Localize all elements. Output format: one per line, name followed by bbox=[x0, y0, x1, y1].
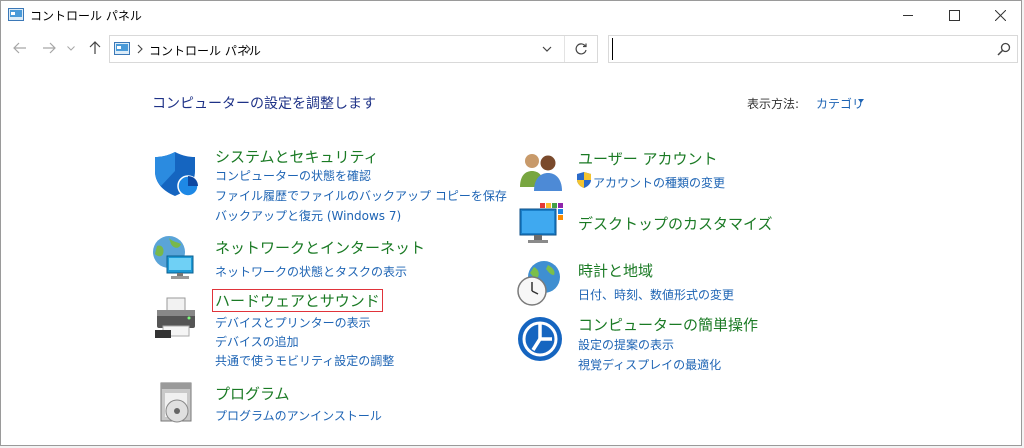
link-mobility-settings[interactable]: 共通で使うモビリティ設定の調整 bbox=[215, 352, 394, 369]
link-devices-printers[interactable]: デバイスとプリンターの表示 bbox=[215, 314, 371, 331]
page-title: コンピューターの設定を調整します bbox=[152, 96, 376, 112]
search-box[interactable] bbox=[608, 35, 1018, 63]
caret-down-icon[interactable] bbox=[858, 99, 864, 103]
arrow-right-icon bbox=[43, 42, 56, 54]
forward-button[interactable] bbox=[38, 37, 60, 59]
network-icon[interactable] bbox=[151, 234, 199, 282]
printer-icon[interactable] bbox=[153, 296, 201, 344]
desktop-icon[interactable] bbox=[516, 201, 564, 249]
link-file-history-backup[interactable]: ファイル履歴でファイルのバックアップ コピーを保存 bbox=[215, 187, 507, 204]
up-button[interactable] bbox=[84, 37, 106, 59]
window-title: コントロール パネル bbox=[30, 9, 142, 23]
minimize-icon bbox=[902, 14, 913, 16]
link-add-device[interactable]: デバイスの追加 bbox=[215, 333, 299, 350]
category-system-security[interactable]: システムとセキュリティ bbox=[215, 146, 379, 167]
title-bar[interactable]: コントロール パネル bbox=[1, 1, 1021, 29]
link-uninstall-program[interactable]: プログラムのアンインストール bbox=[215, 407, 382, 424]
view-by-label: 表示方法: bbox=[747, 97, 800, 111]
address-bar[interactable]: コントロール パネル bbox=[109, 35, 598, 63]
category-programs[interactable]: プログラム bbox=[215, 383, 290, 404]
category-network-internet[interactable]: ネットワークとインターネット bbox=[215, 237, 425, 258]
maximize-button[interactable] bbox=[931, 1, 977, 29]
view-by-dropdown[interactable]: カテゴリ bbox=[816, 95, 864, 112]
category-ease-of-access[interactable]: コンピューターの簡単操作 bbox=[578, 314, 758, 335]
control-panel-window: コントロール パネル コントロール パネル コンピューターの設定を調整します 表… bbox=[0, 0, 1022, 446]
category-desktop-customization[interactable]: デスクトップのカスタマイズ bbox=[578, 213, 773, 234]
control-panel-icon bbox=[114, 42, 130, 55]
category-user-accounts[interactable]: ユーザー アカウント bbox=[578, 148, 717, 169]
maximize-icon bbox=[948, 9, 960, 21]
category-hardware-sound[interactable]: ハードウェアとサウンド bbox=[212, 289, 383, 312]
search-input[interactable] bbox=[612, 38, 972, 60]
close-icon bbox=[994, 9, 1006, 21]
link-backup-restore[interactable]: バックアップと復元 (Windows 7) bbox=[215, 207, 401, 224]
refresh-button[interactable] bbox=[572, 40, 590, 58]
category-clock-region[interactable]: 時計と地域 bbox=[578, 260, 653, 281]
link-change-account-type[interactable]: アカウントの種類の変更 bbox=[593, 174, 725, 191]
users-icon[interactable] bbox=[516, 147, 564, 195]
link-check-computer-status[interactable]: コンピューターの状態を確認 bbox=[215, 167, 371, 184]
link-change-date-time-format[interactable]: 日付、時刻、数値形式の変更 bbox=[578, 286, 734, 303]
address-dropdown-button[interactable] bbox=[538, 41, 556, 57]
close-button[interactable] bbox=[977, 1, 1023, 29]
link-suggested-settings[interactable]: 設定の提案の表示 bbox=[578, 336, 674, 353]
recent-locations-button[interactable] bbox=[63, 37, 79, 59]
clock-globe-icon[interactable] bbox=[516, 259, 564, 307]
link-optimize-visual-display[interactable]: 視覚ディスプレイの最適化 bbox=[578, 356, 721, 373]
shield-icon[interactable] bbox=[153, 149, 201, 197]
arrow-up-icon bbox=[89, 41, 101, 54]
chevron-right-icon[interactable] bbox=[244, 42, 252, 56]
arrow-left-icon bbox=[13, 42, 26, 54]
chevron-down-icon bbox=[67, 45, 75, 51]
refresh-icon bbox=[575, 43, 587, 55]
programs-icon[interactable] bbox=[155, 379, 203, 427]
link-network-status-tasks[interactable]: ネットワークの状態とタスクの表示 bbox=[215, 263, 407, 280]
ease-of-access-icon[interactable] bbox=[516, 315, 564, 363]
chevron-right-icon[interactable] bbox=[136, 42, 144, 56]
control-panel-icon bbox=[8, 8, 24, 21]
search-icon[interactable] bbox=[997, 42, 1011, 56]
back-button[interactable] bbox=[9, 37, 31, 59]
address-divider bbox=[564, 36, 565, 62]
minimize-button[interactable] bbox=[885, 1, 931, 29]
uac-shield-icon bbox=[577, 172, 591, 188]
chevron-down-icon bbox=[542, 46, 552, 52]
